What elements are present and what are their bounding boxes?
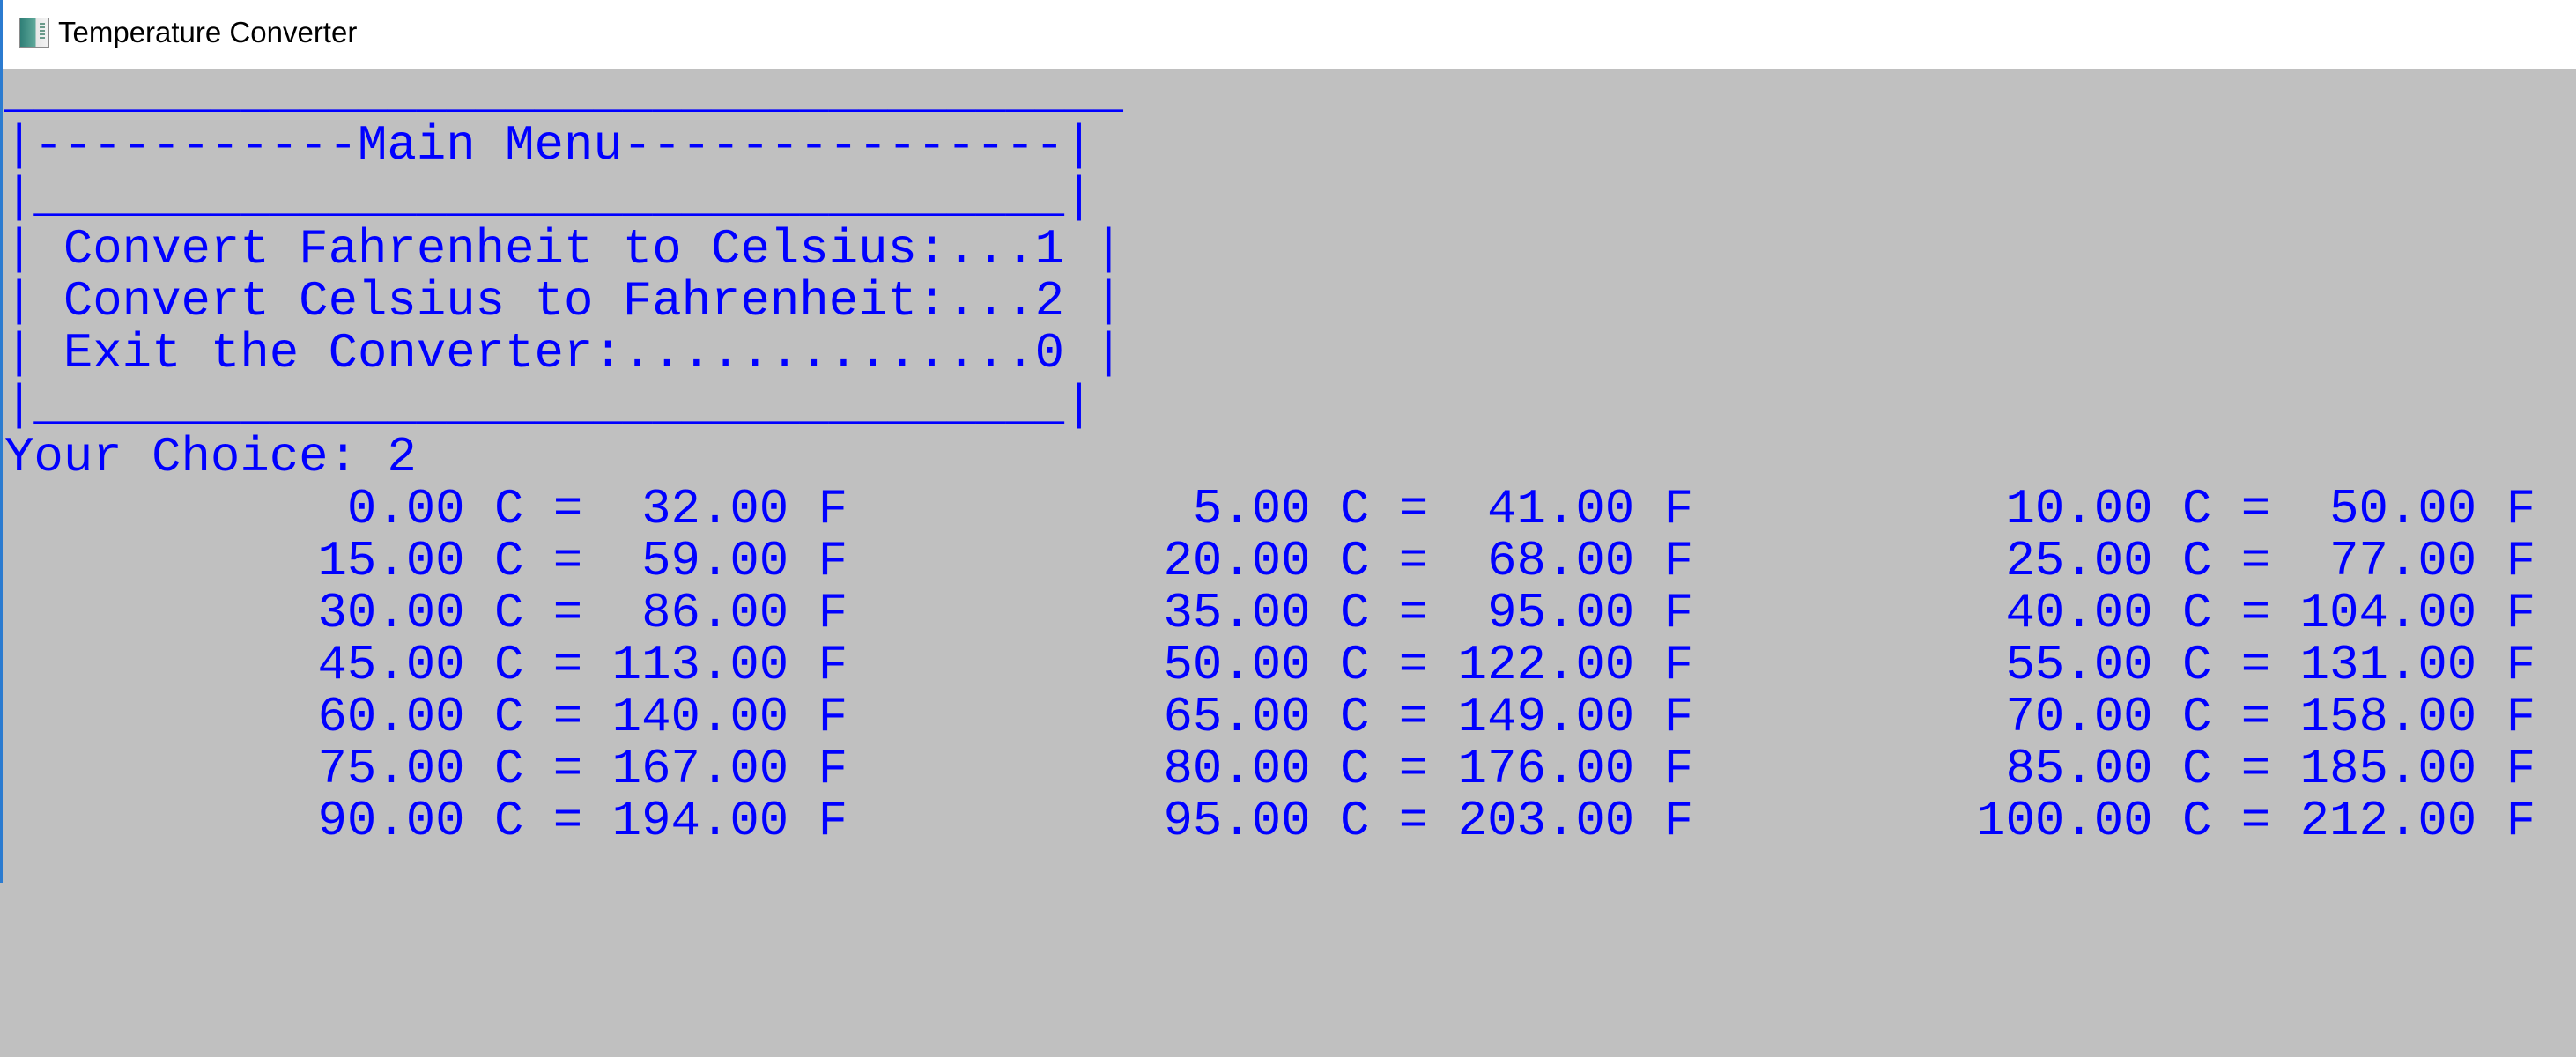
table-row: 90.00 C = 194.00 F 95.00 C = 203.00 F 10… [0,795,2576,847]
conversion-cell: 60.00 C = 140.00 F [317,690,848,745]
conversion-cell: 70.00 C = 158.00 F [2005,690,2535,745]
table-row: 15.00 C = 59.00 F 20.00 C = 68.00 F 25.0… [0,536,2576,588]
choice-prompt: Your Choice: 2 [4,430,417,485]
table-row: 75.00 C = 167.00 F 80.00 C = 176.00 F 85… [0,743,2576,795]
window-title: Temperature Converter [58,16,358,48]
window-titlebar[interactable]: Temperature Converter [0,0,2576,69]
table-row: 0.00 C = 32.00 F 5.00 C = 41.00 F 10.00 … [0,484,2576,536]
conversion-cell: 55.00 C = 131.00 F [2005,638,2535,693]
menu-bottom-border: |___________________________________| [4,378,1094,433]
conversion-cell: 50.00 C = 122.00 F [1163,638,1693,693]
menu-top-border: ______________________________________ [4,66,1123,122]
conversion-cell: 10.00 C = 50.00 F [2005,482,2535,537]
conversion-cell: 5.00 C = 41.00 F [1192,482,1693,537]
conversion-cell: 80.00 C = 176.00 F [1163,742,1693,797]
conversion-cell: 35.00 C = 95.00 F [1163,586,1693,641]
conversion-cell: 0.00 C = 32.00 F [346,482,848,537]
table-row: 30.00 C = 86.00 F 35.00 C = 95.00 F 40.0… [0,588,2576,639]
conversion-cell: 40.00 C = 104.00 F [2005,586,2535,641]
console-output: ______________________________________ |-… [4,68,1123,484]
conversion-cell: 75.00 C = 167.00 F [317,742,848,797]
conversion-cell: 45.00 C = 113.00 F [317,638,848,693]
menu-option-c-to-f: | Convert Celsius to Fahrenheit:...2 | [4,274,1123,329]
conversion-cell: 25.00 C = 77.00 F [2005,534,2535,589]
conversion-cell: 85.00 C = 185.00 F [2005,742,2535,797]
menu-option-exit: | Exit the Converter:..............0 | [4,326,1123,381]
conversion-cell: 100.00 C = 212.00 F [1976,794,2535,849]
conversion-cell: 65.00 C = 149.00 F [1163,690,1693,745]
conversion-cell: 95.00 C = 203.00 F [1163,794,1693,849]
conversion-cell: 15.00 C = 59.00 F [317,534,848,589]
table-row: 45.00 C = 113.00 F 50.00 C = 122.00 F 55… [0,639,2576,691]
menu-title: |-----------Main Menu---------------| [4,118,1094,174]
table-row: 60.00 C = 140.00 F 65.00 C = 149.00 F 70… [0,691,2576,743]
menu-option-f-to-c: | Convert Fahrenheit to Celsius:...1 | [4,222,1123,277]
app-window-icon [19,18,49,48]
conversion-cell: 90.00 C = 194.00 F [317,794,848,849]
conversion-cell: 30.00 C = 86.00 F [317,586,848,641]
menu-separator: |___________________________________| [4,170,1094,225]
conversion-cell: 20.00 C = 68.00 F [1163,534,1693,589]
